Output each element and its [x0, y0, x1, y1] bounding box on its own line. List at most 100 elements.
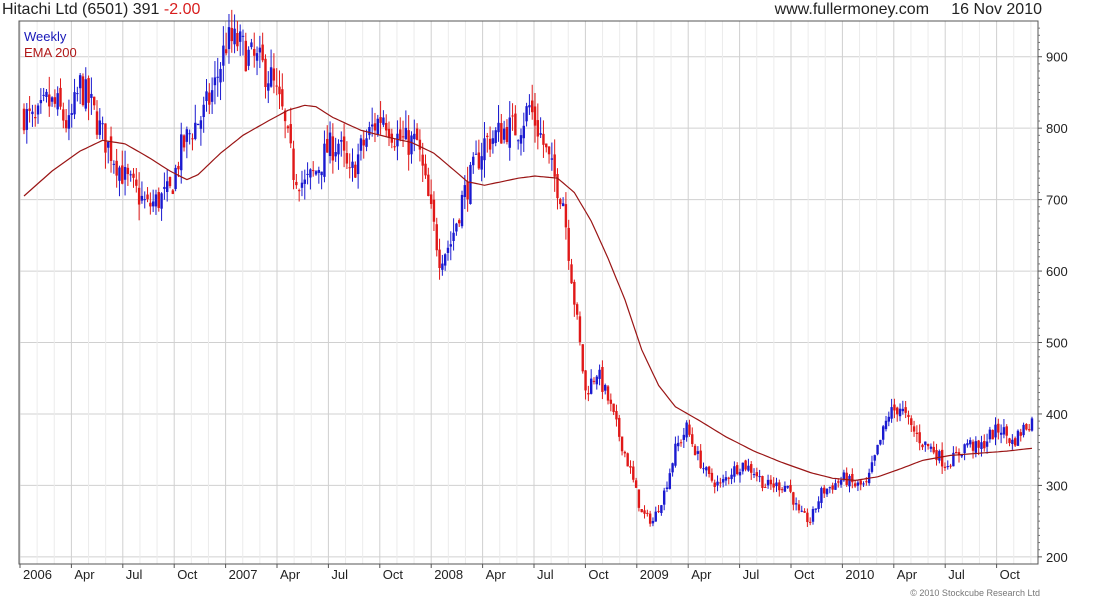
- candle-up: [446, 247, 450, 253]
- candle-down: [620, 436, 624, 452]
- candle-down: [921, 444, 924, 448]
- candle-up: [118, 167, 121, 181]
- candle-down: [912, 426, 916, 432]
- candle-down: [691, 434, 694, 445]
- candle-up: [129, 174, 132, 176]
- candle-down: [643, 510, 646, 514]
- y-tick-label: 600: [1046, 264, 1068, 279]
- candle-down: [853, 483, 857, 487]
- candle-up: [491, 138, 495, 144]
- candle-up: [67, 115, 71, 129]
- candle-down: [750, 464, 753, 473]
- candle-up: [946, 466, 949, 468]
- candle-up: [856, 482, 860, 486]
- candle-up: [227, 27, 231, 50]
- legend-weekly: Weekly: [24, 29, 67, 44]
- candle-down: [713, 482, 716, 487]
- candle-up: [314, 171, 318, 175]
- candle-up: [154, 194, 158, 207]
- candle-down: [612, 403, 615, 412]
- candle-up: [839, 480, 843, 485]
- candle-down: [331, 136, 335, 161]
- candle-up: [143, 199, 146, 201]
- price-chart: 200300400500600700800900 2006 Apr Jul Oct 20…: [18, 9, 1068, 582]
- candle-down: [401, 136, 405, 138]
- candle-down: [699, 450, 702, 468]
- candle-down: [632, 466, 635, 480]
- candle-down: [244, 40, 248, 72]
- candle-down: [236, 32, 239, 47]
- candle-down: [253, 48, 256, 56]
- x-tick-label: Jul: [126, 567, 143, 582]
- candle-up: [56, 93, 59, 110]
- candle-up: [988, 429, 992, 440]
- candle-down: [615, 411, 618, 420]
- candle-up: [443, 254, 447, 266]
- candle-down: [646, 512, 649, 514]
- x-tick-label: Jul: [743, 567, 760, 582]
- candle-up: [36, 105, 40, 115]
- candle-down: [837, 481, 840, 483]
- candle-down: [845, 472, 848, 485]
- candle-up: [210, 90, 214, 102]
- candle-up: [45, 91, 48, 97]
- candle-up: [337, 143, 340, 155]
- candle-down: [808, 521, 812, 523]
- candle-up: [340, 140, 343, 142]
- candle-down: [719, 482, 722, 484]
- candle-down: [34, 117, 37, 119]
- candle-up: [825, 488, 829, 495]
- candle-down: [693, 445, 697, 456]
- candle-up: [185, 129, 189, 142]
- candle-up: [848, 475, 851, 487]
- candle-up: [480, 156, 483, 170]
- candle-down: [168, 177, 172, 187]
- candle-up: [879, 439, 882, 445]
- candle-down: [570, 264, 573, 284]
- candle-up: [233, 28, 236, 45]
- candle-up: [595, 376, 598, 385]
- candle-down: [657, 510, 660, 512]
- candle-down: [531, 100, 534, 113]
- candle-down: [379, 117, 382, 123]
- candle-up: [660, 505, 663, 513]
- candle-up: [924, 441, 927, 445]
- candle-down: [803, 511, 806, 513]
- candle-up: [365, 138, 368, 147]
- candle-up: [604, 384, 607, 391]
- candle-down: [477, 152, 481, 169]
- candle-down: [104, 123, 107, 153]
- candle-down: [851, 473, 854, 483]
- candle-down: [342, 136, 346, 151]
- candle-up: [160, 193, 163, 209]
- candle-down: [932, 446, 935, 453]
- legend-ema-200: EMA 200: [24, 45, 77, 60]
- candle-up: [70, 113, 73, 115]
- candle-down: [22, 108, 26, 131]
- candle-down: [896, 407, 899, 415]
- candle-down: [177, 165, 180, 170]
- candle-down: [292, 148, 295, 180]
- candle-down: [87, 78, 90, 103]
- candle-down: [312, 170, 315, 172]
- candle-up: [370, 124, 374, 127]
- candle-up: [359, 138, 363, 151]
- candle-up: [449, 244, 452, 247]
- candle-up: [334, 152, 337, 157]
- candle-down: [592, 380, 596, 382]
- candle-down: [362, 139, 365, 146]
- x-tick-label: 2008: [434, 567, 463, 582]
- x-tick-label: Jul: [331, 567, 348, 582]
- candle-up: [508, 117, 511, 148]
- candle-up: [716, 481, 719, 486]
- candle-down: [707, 466, 711, 475]
- candle-down: [387, 128, 391, 138]
- candle-up: [31, 111, 34, 115]
- candle-down: [261, 44, 264, 61]
- candle-up: [239, 31, 242, 42]
- x-tick-label: Oct: [588, 567, 609, 582]
- candle-down: [915, 432, 919, 434]
- candle-up: [196, 123, 200, 126]
- candle-up: [219, 68, 222, 83]
- candle-down: [679, 442, 683, 444]
